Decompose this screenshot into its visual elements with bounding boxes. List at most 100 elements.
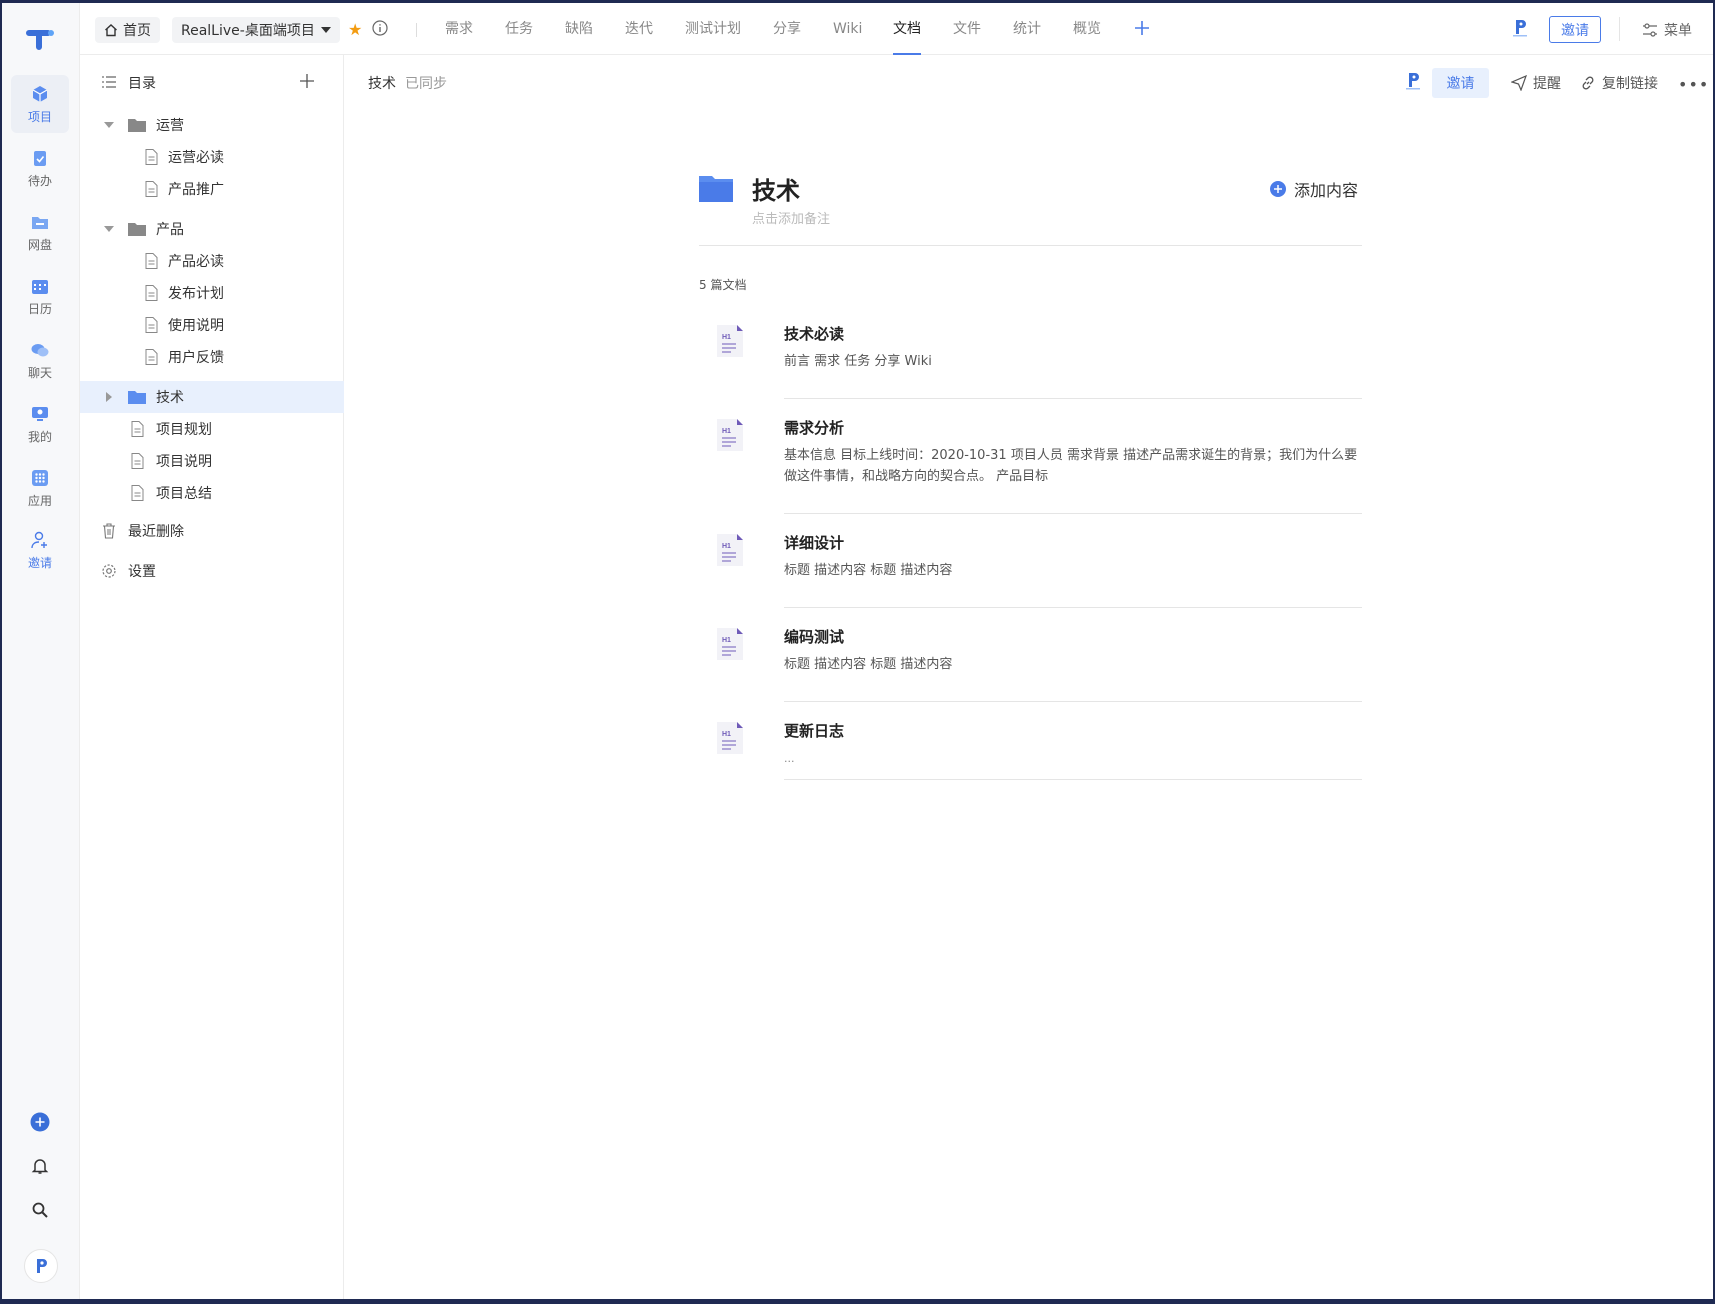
rail-item-todo[interactable]: 待办 (11, 139, 69, 197)
rail-label: 网盘 (27, 237, 52, 252)
breadcrumb: 技术 已同步 (368, 73, 447, 93)
tab-files[interactable]: 文件 (953, 3, 981, 55)
remind-button[interactable]: 提醒 (1511, 73, 1561, 93)
document-icon (145, 317, 158, 333)
list-item[interactable]: H1 编码测试 标题 描述内容 标题 描述内容 (699, 626, 1362, 702)
folder-large-icon (699, 176, 733, 202)
folder-note-input[interactable]: 点击添加备注 (752, 208, 830, 227)
tab-overview[interactable]: 概览 (1073, 3, 1101, 55)
add-content-button[interactable]: 添加内容 (1270, 177, 1358, 201)
tree-doc[interactable]: 运营必读 (80, 141, 344, 173)
divider (784, 398, 1362, 399)
tree-doc[interactable]: 项目说明 (80, 445, 344, 477)
tree-doc[interactable]: 项目规划 (80, 413, 344, 445)
create-button[interactable] (29, 1111, 51, 1133)
doc-description: ... (784, 752, 795, 765)
rail-label: 我的 (27, 429, 52, 444)
caret-down-icon[interactable] (104, 120, 114, 130)
rail-item-drive[interactable]: 网盘 (11, 203, 69, 261)
tab-statistics[interactable]: 统计 (1013, 3, 1041, 55)
more-icon[interactable]: ••• (1678, 75, 1709, 94)
folder-icon (128, 391, 146, 404)
tree-folder-tech[interactable]: 技术 (80, 381, 344, 413)
tab-share[interactable]: 分享 (773, 3, 801, 55)
clipboard-check-icon (34, 150, 46, 166)
menu-label: 菜单 (1664, 23, 1692, 39)
tree-folder-product[interactable]: 产品 (80, 213, 344, 245)
home-label: 首页 (123, 23, 151, 39)
tab-iterations[interactable]: 迭代 (625, 3, 653, 55)
search-icon (32, 1202, 48, 1218)
tree-folder-operations[interactable]: 运营 (80, 109, 344, 141)
rail-item-invite[interactable]: 邀请 (11, 521, 69, 579)
tree-doc[interactable]: 产品必读 (80, 245, 344, 277)
tab-wiki[interactable]: Wiki (833, 3, 862, 55)
settings[interactable]: 设置 (80, 555, 344, 587)
app-logo-icon[interactable] (26, 23, 56, 53)
doc-description: 标题 描述内容 标题 描述内容 (784, 563, 953, 578)
tree-label: 发布计划 (168, 286, 224, 302)
rail-item-projects[interactable]: 项目 (11, 75, 69, 133)
divider (784, 779, 1362, 780)
caret-down-icon[interactable] (104, 224, 114, 234)
tab-documents[interactable]: 文档 (893, 3, 921, 55)
trash-icon (103, 523, 115, 539)
add-icon[interactable] (299, 73, 315, 89)
user-avatar-icon (37, 1259, 47, 1273)
page-title: 技术 (368, 76, 396, 92)
menu-button[interactable]: 菜单 (1642, 20, 1692, 40)
list-item[interactable]: H1 更新日志 ... (699, 720, 1362, 780)
h1-document-icon: H1 (717, 722, 743, 754)
star-icon[interactable]: ★ (348, 20, 362, 39)
search-button[interactable] (29, 1199, 51, 1221)
recently-deleted[interactable]: 最近删除 (80, 515, 344, 547)
svg-text:H1: H1 (722, 543, 731, 550)
notifications-button[interactable] (29, 1155, 51, 1177)
doc-title: 编码测试 (784, 628, 845, 646)
rail-item-apps[interactable]: 应用 (11, 459, 69, 517)
tree-doc[interactable]: 发布计划 (80, 277, 344, 309)
tree-doc[interactable]: 项目总结 (80, 477, 344, 509)
project-selector[interactable]: RealLive-桌面端项目 (172, 17, 340, 43)
tree-label: 产品推广 (168, 182, 224, 198)
avatar[interactable] (24, 1249, 58, 1283)
tree-label: 运营 (156, 118, 184, 134)
invite-button[interactable]: 邀请 (1549, 16, 1601, 43)
tab-test-plans[interactable]: 测试计划 (685, 3, 741, 55)
tree-doc[interactable]: 用户反馈 (80, 341, 344, 373)
home-button[interactable]: 首页 (95, 17, 160, 43)
document-icon (131, 453, 144, 469)
rail-label: 项目 (27, 109, 52, 124)
add-tab-icon[interactable] (1132, 18, 1152, 38)
tree-label: 产品必读 (168, 254, 224, 270)
directory-title: 目录 (128, 76, 156, 92)
info-icon[interactable] (372, 20, 388, 36)
document-icon (131, 485, 144, 501)
list-item[interactable]: H1 详细设计 标题 描述内容 标题 描述内容 (699, 532, 1362, 608)
tab-tasks[interactable]: 任务 (505, 3, 533, 55)
tree-doc[interactable]: 使用说明 (80, 309, 344, 341)
tree-doc[interactable]: 产品推广 (80, 173, 344, 205)
list-item[interactable]: H1 技术必读 前言 需求 任务 分享 Wiki (699, 323, 1362, 399)
tree-label: 用户反馈 (168, 350, 224, 366)
member-avatar-icon[interactable] (1510, 18, 1530, 38)
rail-item-calendar[interactable]: 日历 (11, 267, 69, 325)
tab-defects[interactable]: 缺陷 (565, 3, 593, 55)
caret-right-icon[interactable] (104, 392, 114, 402)
folder-drive-icon (32, 216, 48, 229)
copy-link-button[interactable]: 复制链接 (1580, 73, 1658, 93)
tab-requirements[interactable]: 需求 (445, 3, 473, 55)
member-avatar-icon[interactable] (1403, 71, 1423, 91)
rail-item-mine[interactable]: 我的 (11, 395, 69, 453)
doc-invite-button[interactable]: 邀请 (1432, 68, 1489, 98)
list-item[interactable]: H1 需求分析 基本信息 目标上线时间：2020-10-31 项目人员 需求背景… (699, 417, 1362, 514)
chat-bubbles-icon (31, 343, 49, 356)
h1-document-icon: H1 (717, 534, 743, 566)
copy-link-label: 复制链接 (1602, 76, 1658, 92)
tree-label: 项目说明 (156, 454, 212, 470)
tree-label: 产品 (156, 222, 184, 238)
rail-item-chat[interactable]: 聊天 (11, 331, 69, 389)
link-icon (1582, 76, 1594, 90)
rail-label: 日历 (27, 301, 52, 316)
app-window: 项目 待办 网盘 日历 聊天 我的 应用 邀请 首页 RealLive-桌面端项… (2, 3, 1713, 1299)
